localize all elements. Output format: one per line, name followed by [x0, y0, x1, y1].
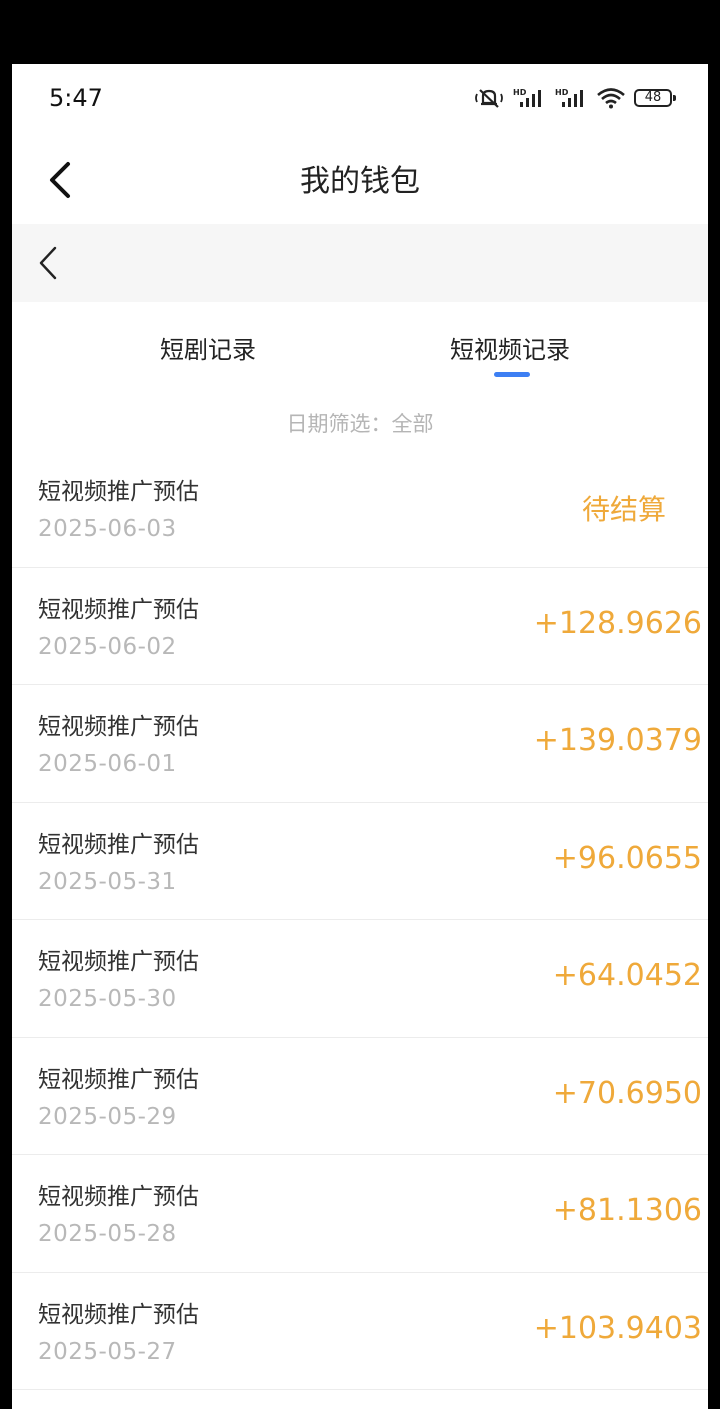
record-amount: +96.0655	[552, 840, 702, 876]
list-item[interactable]: 短视频推广预估 2025-06-01 +139.0379	[12, 685, 708, 803]
tab-short-video-records[interactable]: 短视频记录	[450, 330, 570, 365]
wifi-icon	[596, 87, 626, 109]
list-item[interactable]: 短视频推广预估 2025-05-30 +64.0452	[12, 920, 708, 1038]
record-date: 2025-06-01	[38, 751, 177, 777]
signal-hd-icon: HD	[554, 87, 588, 109]
record-title: 短视频推广预估	[38, 831, 199, 858]
date-filter[interactable]: 日期筛选：全部	[12, 408, 708, 438]
wallet-screen: 5:47 HD HD 48 我的钱包 短剧记录 短视频记录 日期筛选：全部 短视…	[12, 64, 708, 1409]
record-title: 短视频推广预估	[38, 1066, 199, 1093]
secondary-back-button[interactable]	[28, 236, 68, 290]
status-icons: HD HD 48	[474, 86, 676, 110]
tab-short-drama-records[interactable]: 短剧记录	[160, 330, 256, 365]
record-amount: +103.9403	[533, 1310, 702, 1346]
chevron-left-icon	[39, 246, 57, 280]
record-date: 2025-05-30	[38, 986, 177, 1012]
list-item[interactable]: 短视频推广预估 2025-06-03 待结算	[12, 450, 708, 568]
list-item[interactable]: 短视频推广预估 2025-05-28 +81.1306	[12, 1155, 708, 1273]
record-title: 短视频推广预估	[38, 1301, 199, 1328]
secondary-nav-bar	[12, 224, 708, 302]
status-time: 5:47	[49, 84, 103, 112]
record-title: 短视频推广预估	[38, 479, 199, 505]
svg-text:HD: HD	[513, 88, 527, 97]
record-list: 短视频推广预估 2025-06-03 待结算 短视频推广预估 2025-06-0…	[12, 450, 708, 1390]
page-title: 我的钱包	[300, 164, 420, 199]
record-amount: +128.9626	[533, 605, 702, 641]
record-title: 短视频推广预估	[38, 949, 199, 975]
record-amount: +81.1306	[552, 1193, 702, 1228]
active-tab-indicator	[494, 372, 530, 377]
status-bar: 5:47 HD HD 48	[12, 64, 708, 136]
record-title: 短视频推广预估	[38, 596, 199, 623]
record-amount: +64.0452	[552, 958, 702, 993]
list-item[interactable]: 短视频推广预估 2025-05-27 +103.9403	[12, 1273, 708, 1390]
record-date: 2025-05-31	[38, 868, 177, 895]
record-date: 2025-05-27	[38, 1338, 177, 1365]
battery-icon: 48	[634, 89, 676, 107]
list-item[interactable]: 短视频推广预估 2025-06-02 +128.9626	[12, 568, 708, 685]
record-amount: +70.6950	[552, 1075, 702, 1111]
title-bar: 我的钱包	[12, 136, 708, 224]
signal-hd-icon: HD	[512, 87, 546, 109]
list-item[interactable]: 短视频推广预估 2025-05-31 +96.0655	[12, 803, 708, 920]
svg-text:HD: HD	[555, 88, 569, 97]
mute-vibrate-icon	[474, 86, 504, 110]
record-title: 短视频推广预估	[38, 714, 199, 740]
record-amount: +139.0379	[533, 723, 702, 758]
record-date: 2025-06-03	[38, 516, 177, 542]
record-date: 2025-05-29	[38, 1103, 177, 1130]
list-item[interactable]: 短视频推广预估 2025-05-29 +70.6950	[12, 1038, 708, 1155]
record-amount: 待结算	[581, 493, 666, 526]
record-tabs: 短剧记录 短视频记录	[12, 302, 708, 384]
record-date: 2025-05-28	[38, 1221, 177, 1247]
record-title: 短视频推广预估	[38, 1184, 199, 1210]
record-date: 2025-06-02	[38, 633, 177, 660]
